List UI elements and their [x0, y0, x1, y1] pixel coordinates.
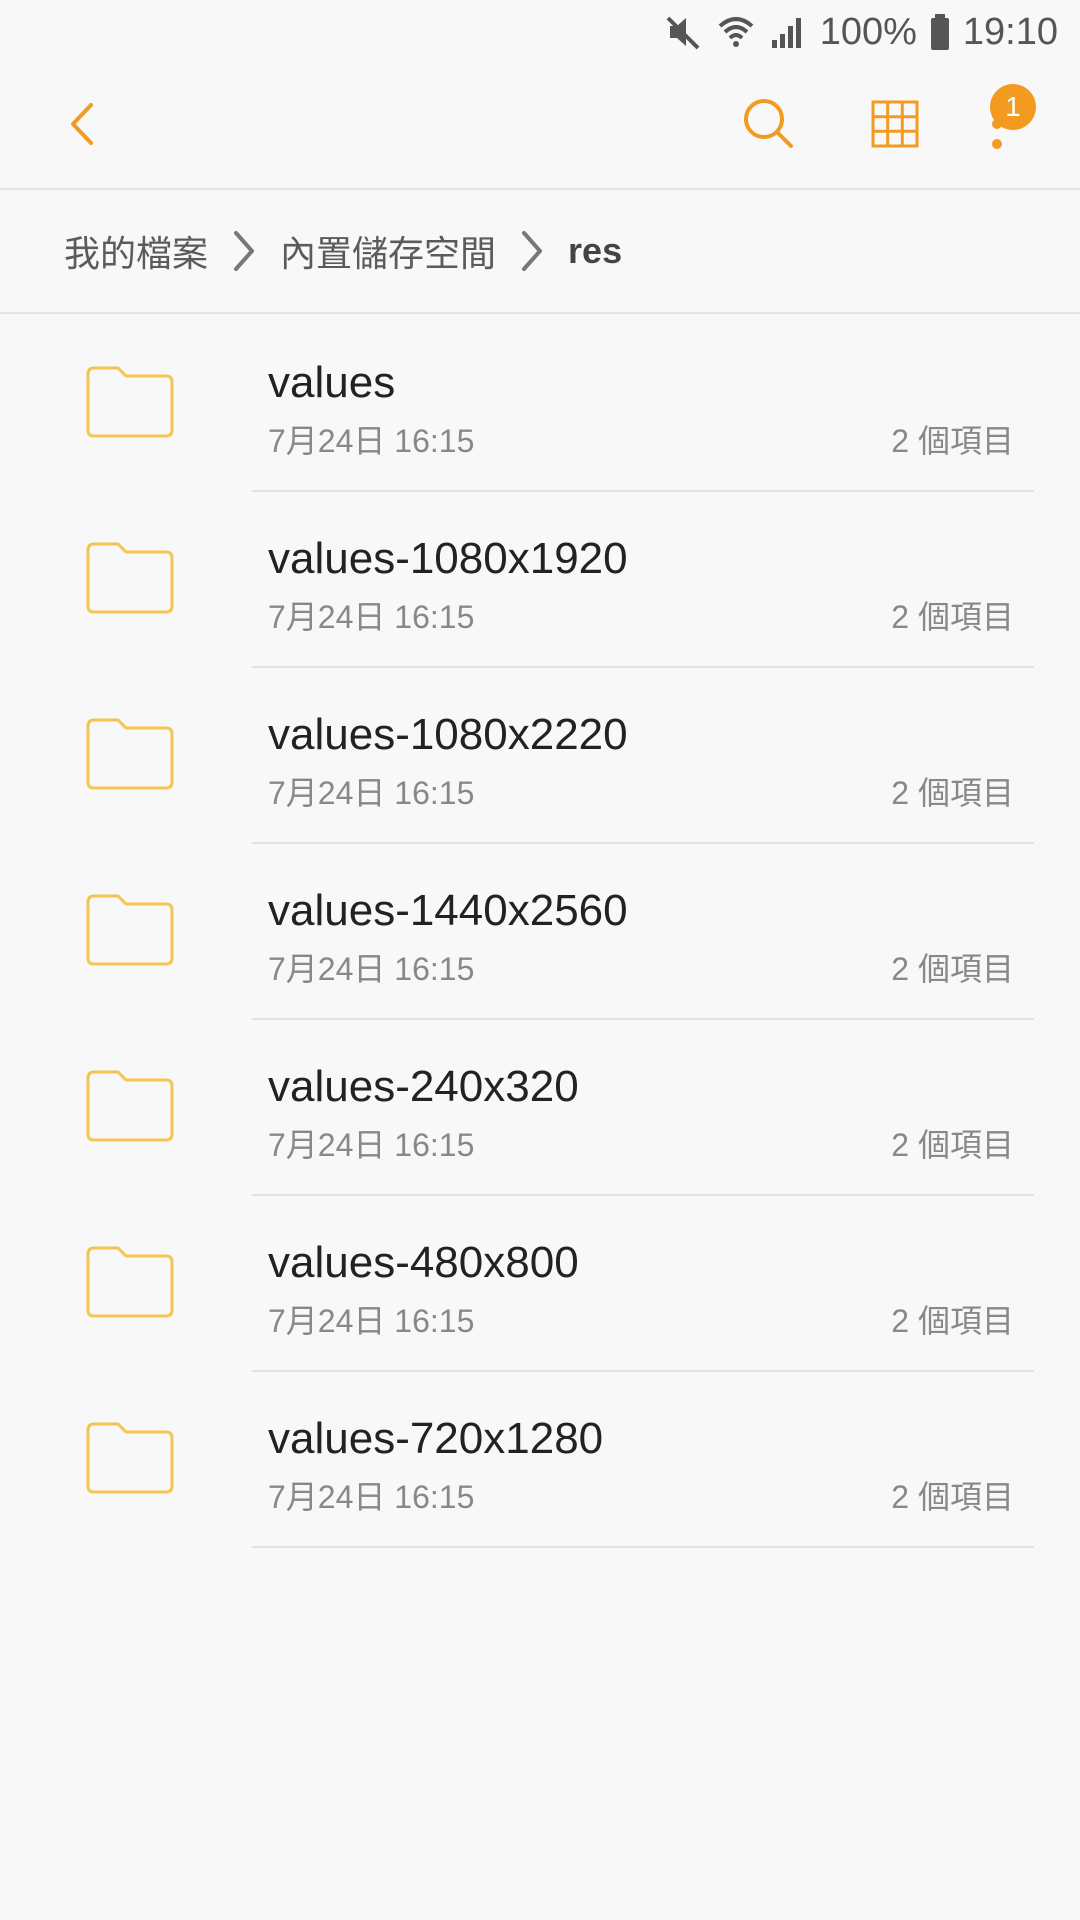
folder-date: 7月24日 16:15: [268, 1479, 475, 1515]
wifi-icon: [716, 12, 756, 52]
folder-date: 7月24日 16:15: [268, 951, 475, 987]
folder-icon: [84, 362, 176, 447]
battery-icon: [929, 12, 951, 52]
status-bar: 100% 19:10: [0, 0, 1080, 64]
folder-item-count: 2 個項目: [891, 775, 1014, 811]
folder-name: values-1080x2220: [268, 710, 628, 759]
grid-view-button[interactable]: [840, 64, 950, 188]
folder-item-count: 2 個項目: [891, 423, 1014, 459]
list-item[interactable]: values-720x1280 7月24日 16:15 2 個項目: [0, 1372, 1080, 1548]
file-list: values 7月24日 16:15 2 個項目 values-1080x192…: [0, 316, 1080, 1548]
breadcrumb: 我的檔案 內置儲存空間 res: [0, 190, 1080, 314]
search-icon: [741, 96, 797, 157]
mute-icon: [664, 12, 704, 52]
clock: 19:10: [962, 10, 1058, 53]
notification-badge: 1: [990, 84, 1036, 130]
breadcrumb-my-files[interactable]: 我的檔案: [64, 225, 208, 277]
list-item[interactable]: values-1080x1920 7月24日 16:15 2 個項目: [0, 492, 1080, 668]
folder-icon: [84, 1242, 176, 1327]
folder-icon: [84, 890, 176, 975]
search-button[interactable]: [714, 64, 824, 188]
back-arrow-icon: [63, 99, 103, 154]
folder-date: 7月24日 16:15: [268, 775, 475, 811]
folder-name: values-1440x2560: [268, 886, 628, 935]
divider: [252, 1546, 1034, 1548]
folder-date: 7月24日 16:15: [268, 1303, 475, 1339]
folder-icon: [84, 1066, 176, 1151]
breadcrumb-current: res: [568, 230, 623, 271]
grid-view-icon: [870, 99, 920, 154]
list-item[interactable]: values-1080x2220 7月24日 16:15 2 個項目: [0, 668, 1080, 844]
folder-date: 7月24日 16:15: [268, 1127, 475, 1163]
folder-date: 7月24日 16:15: [268, 599, 475, 635]
list-item[interactable]: values-1440x2560 7月24日 16:15 2 個項目: [0, 844, 1080, 1020]
more-options-button[interactable]: 1: [942, 64, 1052, 188]
chevron-right-icon: [208, 189, 280, 313]
folder-icon: [84, 538, 176, 623]
folder-name: values-720x1280: [268, 1414, 604, 1463]
folder-name: values: [268, 358, 396, 407]
folder-icon: [84, 1418, 176, 1503]
list-item[interactable]: values-480x800 7月24日 16:15 2 個項目: [0, 1196, 1080, 1372]
folder-name: values-1080x1920: [268, 534, 628, 583]
folder-item-count: 2 個項目: [891, 1127, 1014, 1163]
list-item[interactable]: values-240x320 7月24日 16:15 2 個項目: [0, 1020, 1080, 1196]
folder-item-count: 2 個項目: [891, 1479, 1014, 1515]
folder-icon: [84, 714, 176, 799]
folder-date: 7月24日 16:15: [268, 423, 475, 459]
battery-percent: 100%: [819, 10, 917, 53]
folder-name: values-480x800: [268, 1238, 579, 1287]
signal-icon: [768, 12, 808, 52]
back-button[interactable]: [28, 64, 138, 188]
folder-item-count: 2 個項目: [891, 1303, 1014, 1339]
folder-item-count: 2 個項目: [891, 951, 1014, 987]
action-bar: 1: [0, 64, 1080, 190]
chevron-right-icon: [496, 189, 568, 313]
breadcrumb-internal-storage[interactable]: 內置儲存空間: [280, 225, 496, 277]
folder-name: values-240x320: [268, 1062, 579, 1111]
list-item[interactable]: values 7月24日 16:15 2 個項目: [0, 316, 1080, 492]
folder-item-count: 2 個項目: [891, 599, 1014, 635]
